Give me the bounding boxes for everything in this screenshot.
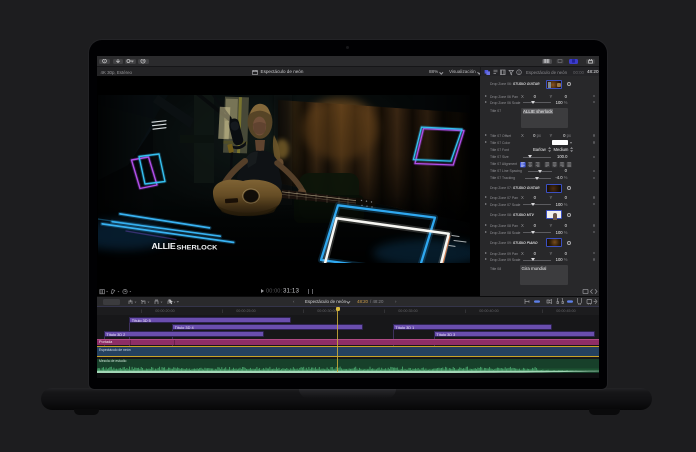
svg-text:SHERLOCK: SHERLOCK bbox=[176, 245, 218, 252]
svg-text:ALLIE: ALLIE bbox=[151, 241, 176, 251]
